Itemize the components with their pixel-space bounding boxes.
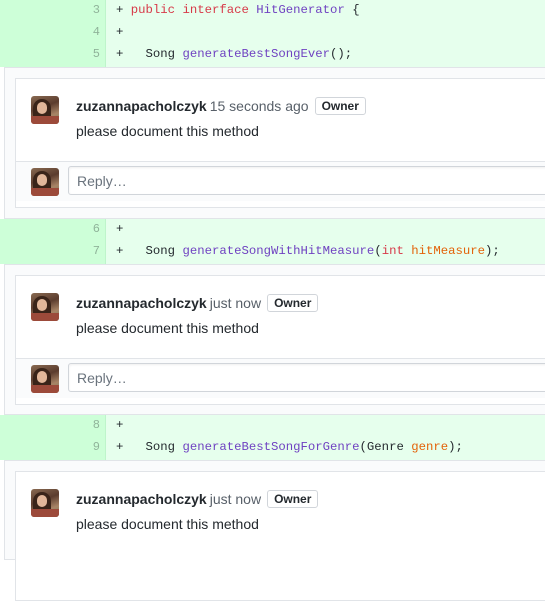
comment-thread: zuzannapacholczyk 15 seconds ago Owner ple…: [15, 78, 545, 208]
diff-line: 5 + Song generateBestSongEver();: [0, 44, 545, 67]
owner-badge: Owner: [314, 97, 366, 116]
line-number: 4: [92, 25, 100, 39]
avatar: [31, 168, 59, 196]
code-line: +: [116, 25, 123, 39]
code-token: {: [344, 3, 360, 17]
code-token: Song: [123, 244, 183, 258]
code-line: + public interface HitGenerator {: [116, 3, 360, 17]
code-token: ();: [330, 47, 353, 61]
code-line: + Song generateSongWithHitMeasure(int hi…: [116, 244, 500, 258]
diff-line: 6 +: [0, 219, 545, 241]
comment-body: please document this method: [76, 320, 259, 336]
comment-timestamp-link[interactable]: just now: [210, 295, 261, 311]
comment-header: zuzannapacholczyk just now Owner: [76, 293, 319, 313]
code-token: (Genre: [359, 440, 412, 454]
line-number: 5: [92, 47, 100, 61]
comment-header: zuzannapacholczyk just now Owner: [76, 489, 319, 509]
comment-body: please document this method: [76, 516, 259, 532]
code-token: interface: [182, 3, 249, 17]
diff-hunk: 8 + 9 + Song generateBestSongForGenre(Ge…: [0, 415, 545, 460]
comment-header: zuzannapacholczyk 15 seconds ago Owner: [76, 96, 366, 116]
line-gutter[interactable]: 3: [0, 0, 106, 22]
code-token: Song: [123, 440, 183, 454]
code-token: );: [448, 440, 463, 454]
review-comment: zuzannapacholczyk just now Owner please do…: [16, 276, 545, 358]
diff-line: 7 + Song generateSongWithHitMeasure(int …: [0, 241, 545, 264]
comment-timestamp-link[interactable]: 15 seconds ago: [210, 98, 309, 114]
owner-badge: Owner: [267, 294, 319, 313]
code-token: public: [130, 3, 176, 17]
comment-body: please document this method: [76, 123, 259, 139]
comment-timestamp-link[interactable]: just now: [210, 491, 261, 507]
code-line: + Song generateBestSongForGenre(Genre ge…: [116, 440, 463, 454]
reply-input[interactable]: [68, 166, 545, 195]
code-token: HitGenerator: [256, 3, 345, 17]
line-gutter[interactable]: 9: [0, 437, 106, 460]
comment-thread: zuzannapacholczyk just now Owner please do…: [15, 275, 545, 405]
avatar: [31, 365, 59, 393]
line-gutter[interactable]: 7: [0, 241, 106, 264]
code-token: genre: [411, 440, 449, 454]
reply-bar: [16, 358, 545, 398]
line-gutter[interactable]: 8: [0, 415, 106, 437]
comment-thread-container: zuzannapacholczyk just now Owner please do…: [4, 264, 545, 415]
avatar[interactable]: [31, 96, 59, 124]
diff-marker: +: [116, 25, 124, 39]
comment-author-link[interactable]: zuzannapacholczyk: [76, 295, 207, 311]
line-number: 7: [92, 244, 100, 258]
review-comment: zuzannapacholczyk 15 seconds ago Owner ple…: [16, 79, 545, 161]
comment-author-link[interactable]: zuzannapacholczyk: [76, 491, 207, 507]
code-line: +: [116, 418, 123, 432]
line-number: 9: [92, 440, 100, 454]
code-line: +: [116, 222, 123, 236]
code-token: hitMeasure: [411, 244, 486, 258]
code-token: generateBestSongForGenre: [182, 440, 360, 454]
diff-marker: +: [116, 222, 124, 236]
comment-thread: zuzannapacholczyk just now Owner please do…: [15, 471, 545, 601]
line-number: 3: [92, 3, 100, 17]
comment-author-link[interactable]: zuzannapacholczyk: [76, 98, 207, 114]
line-gutter[interactable]: 6: [0, 219, 106, 241]
review-comment: zuzannapacholczyk just now Owner please do…: [16, 472, 545, 554]
comment-thread-container: zuzannapacholczyk 15 seconds ago Owner ple…: [4, 67, 545, 219]
diff-marker: +: [116, 418, 124, 432]
avatar[interactable]: [31, 293, 59, 321]
line-gutter[interactable]: 4: [0, 22, 106, 44]
code-token: Song: [123, 47, 183, 61]
owner-badge: Owner: [267, 490, 319, 509]
comment-thread-container: zuzannapacholczyk just now Owner please do…: [4, 460, 545, 601]
diff-hunk: 3 + public interface HitGenerator { 4 + …: [0, 0, 545, 67]
code-line: + Song generateBestSongEver();: [116, 47, 352, 61]
code-token: generateBestSongEver: [182, 47, 331, 61]
code-token: );: [485, 244, 500, 258]
code-token: (: [374, 244, 382, 258]
diff-hunk: 6 + 7 + Song generateSongWithHitMeasure(…: [0, 219, 545, 264]
code-token: generateSongWithHitMeasure: [182, 244, 375, 258]
diff-line: 8 +: [0, 415, 545, 437]
line-gutter[interactable]: 5: [0, 44, 106, 67]
diff-line: 4 +: [0, 22, 545, 44]
line-number: 8: [92, 418, 100, 432]
diff-line: 9 + Song generateBestSongForGenre(Genre …: [0, 437, 545, 460]
reply-bar: [16, 161, 545, 201]
reply-input[interactable]: [68, 363, 545, 392]
line-number: 6: [92, 222, 100, 236]
code-token: int: [381, 244, 404, 258]
diff-line: 3 + public interface HitGenerator {: [0, 0, 545, 22]
avatar[interactable]: [31, 489, 59, 517]
